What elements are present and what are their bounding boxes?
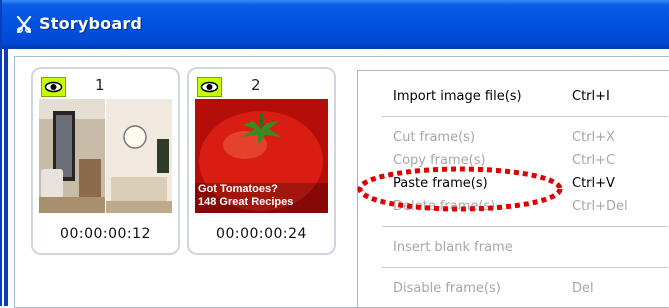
frame-thumbnail [39,99,172,213]
menu-item-shortcut: Ctrl+Del [572,199,628,214]
frame-timecode: 00:00:00:12 [60,226,151,242]
window-title: Storyboard [39,14,143,33]
menu-item-label: Import image file(s) [393,89,522,104]
menu-item-shortcut: Ctrl+I [572,89,610,104]
frame-thumbnail: Got Tomatoes? 148 Great Recipes [195,99,328,213]
menu-separator [382,116,668,117]
title-bar[interactable]: Storyboard [2,0,669,49]
visibility-eye-icon[interactable] [197,77,222,97]
frame-card-2[interactable]: 2 Got Tomatoes? 148 Great Recipes 00:00:… [187,67,336,255]
menu-item-shortcut: Ctrl+C [572,153,616,168]
menu-separator [382,226,668,227]
menu-item-shortcut: Ctrl+V [572,176,615,191]
menu-item-shortcut: Ctrl+X [572,130,615,145]
menu-separator [382,267,668,268]
visibility-eye-icon[interactable] [41,77,66,97]
storyboard-icon [16,16,32,33]
menu-item-label: Insert blank frame [393,240,513,255]
menu-item-shortcut: Del [572,281,594,296]
frame-card-1[interactable]: 1 00:00:00:12 [31,67,180,255]
thumbnail-caption-line2: 148 Great Recipes [198,196,294,208]
menu-item-import-image[interactable]: Import image file(s) Ctrl+I [358,86,668,108]
menu-item-disable-frame[interactable]: Disable frame(s) Del [358,278,668,300]
menu-item-insert-blank-frame[interactable]: Insert blank frame [358,237,668,259]
frame-number: 2 [251,76,261,94]
menu-item-cut-frame[interactable]: Cut frame(s) Ctrl+X [358,127,668,149]
highlight-annotation-ellipse [357,166,563,212]
frame-timecode: 00:00:00:24 [216,226,307,242]
menu-item-label: Cut frame(s) [393,130,476,145]
frame-number: 1 [95,76,105,94]
thumbnail-caption-line1: Got Tomatoes? [198,183,278,195]
menu-item-label: Disable frame(s) [393,281,501,296]
